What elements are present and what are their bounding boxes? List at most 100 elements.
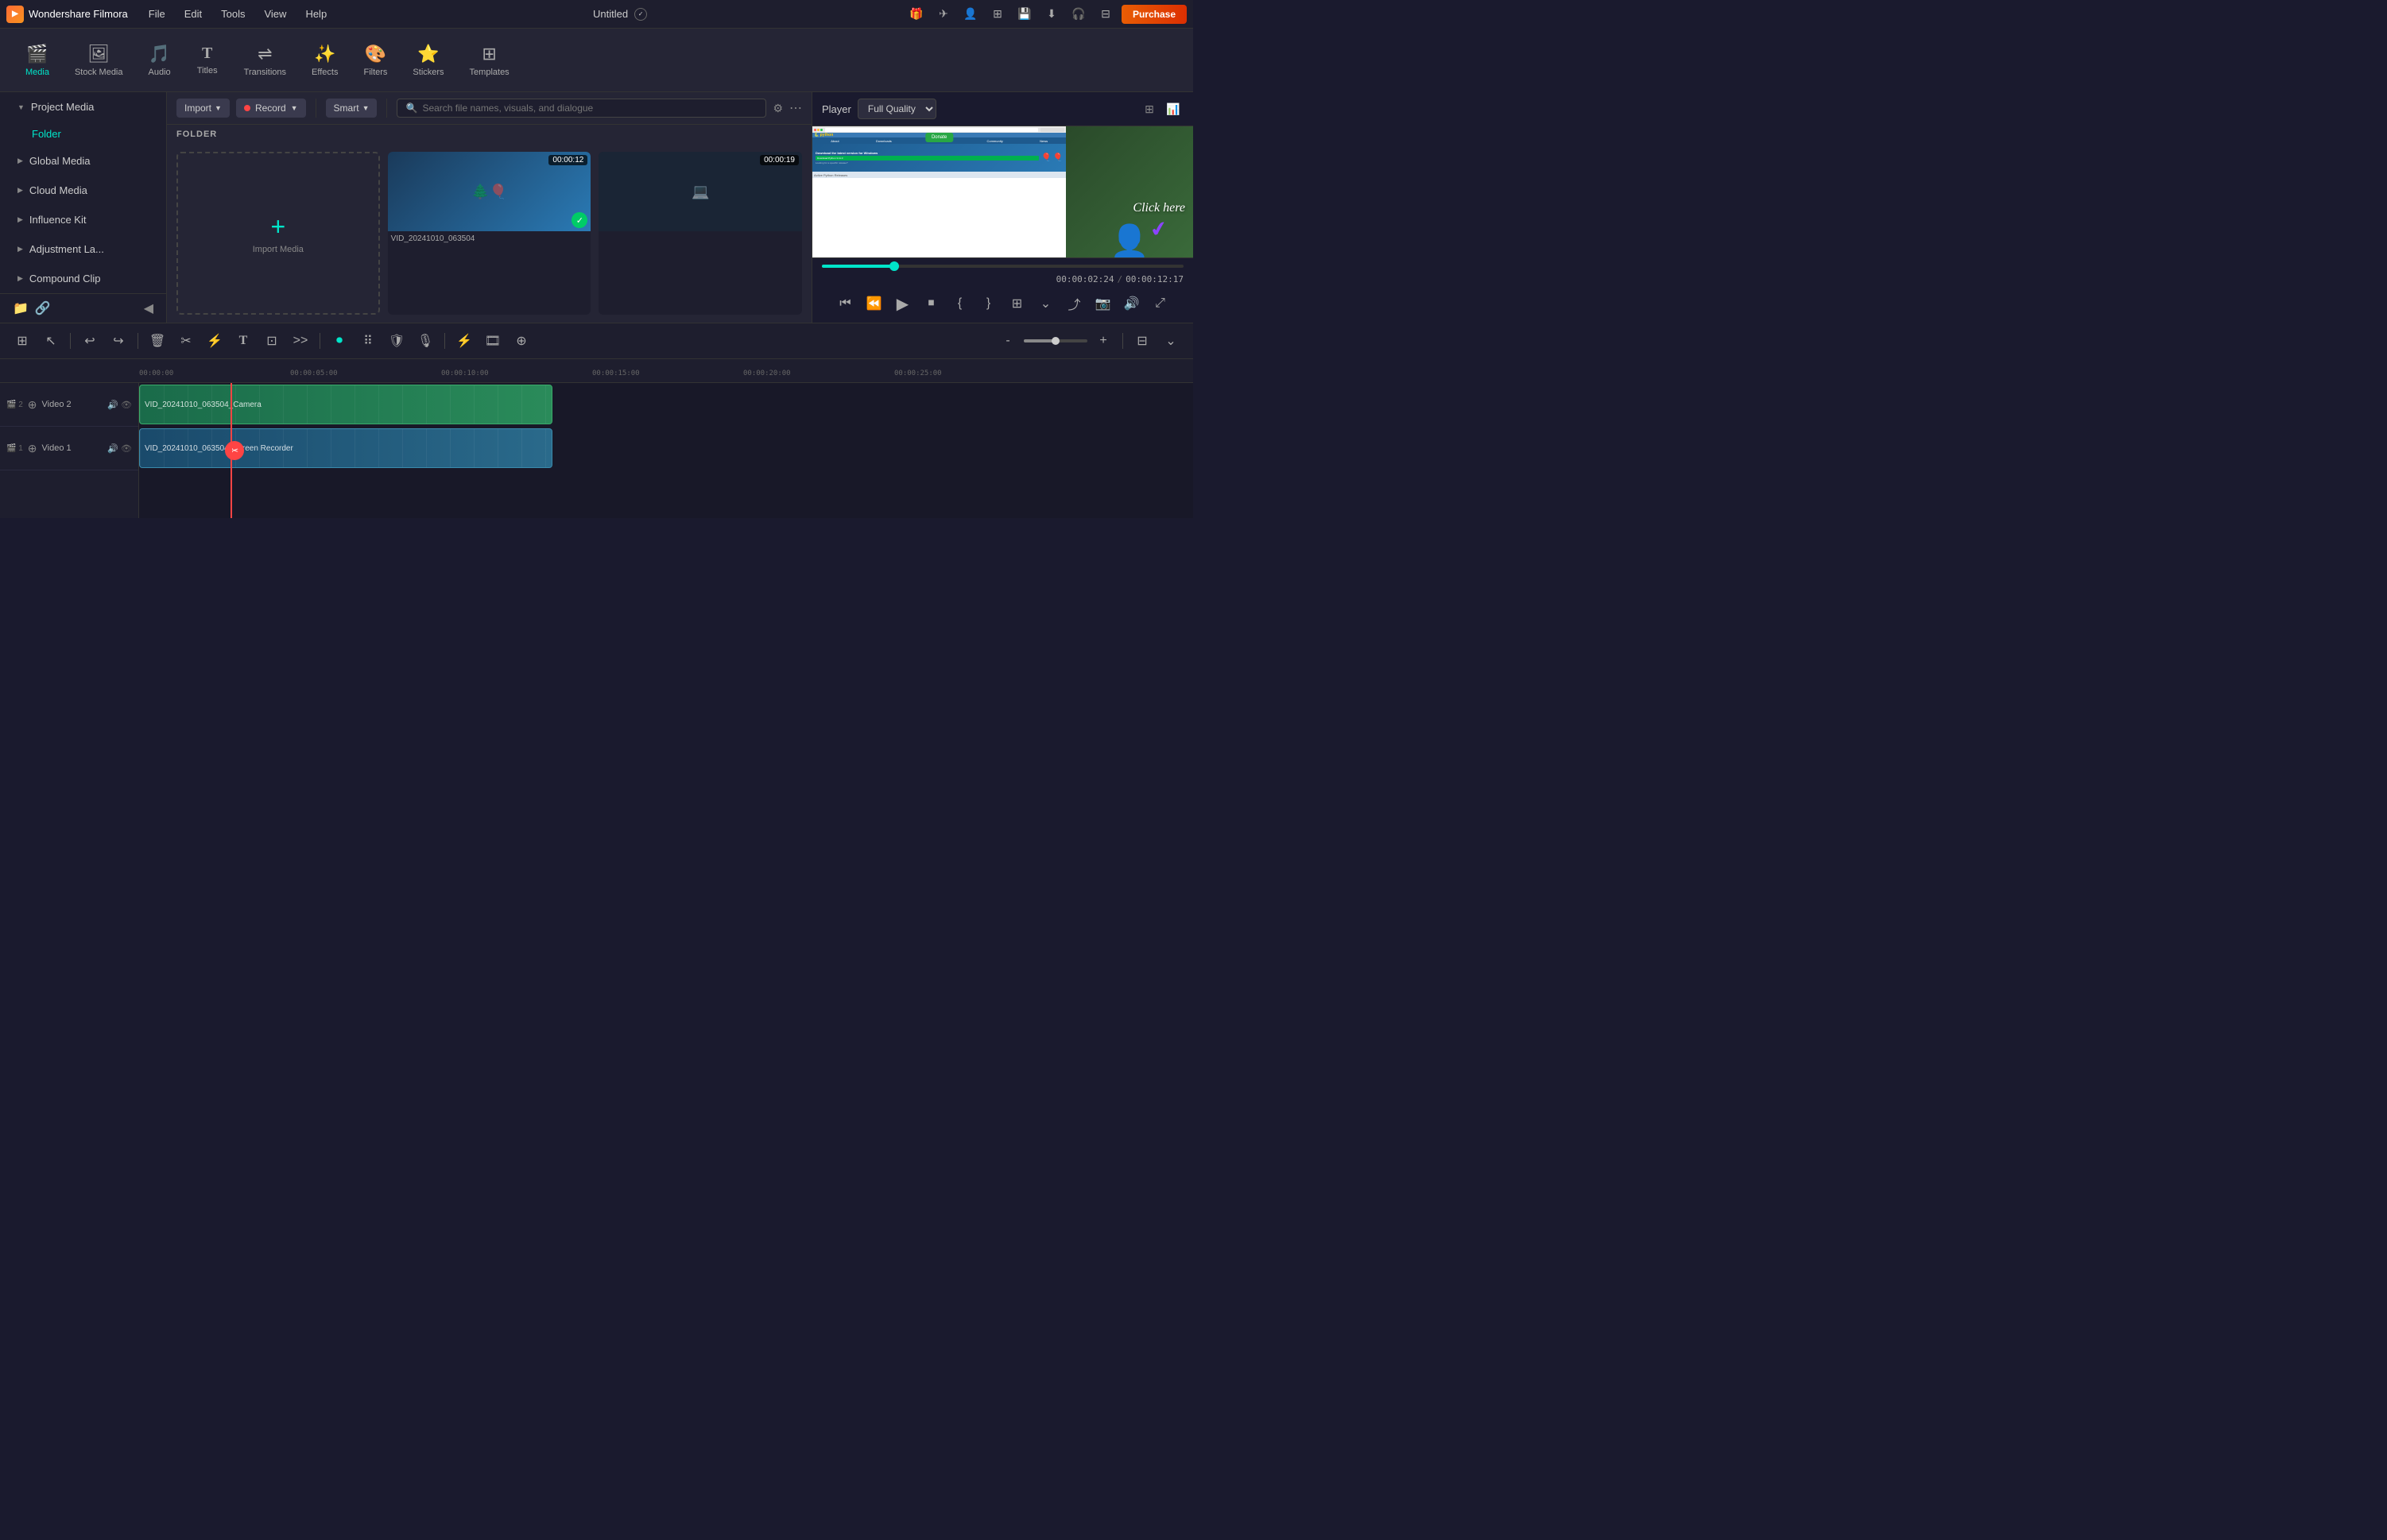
audio-track-icon[interactable]: 🔊 <box>107 400 118 410</box>
zoom-handle[interactable] <box>1052 337 1060 345</box>
menu-help[interactable]: Help <box>297 5 335 23</box>
headphone-icon[interactable]: 🎧 <box>1068 3 1090 25</box>
shield-button[interactable]: 🛡 <box>384 328 409 354</box>
download-icon[interactable]: ⬇ <box>1040 3 1063 25</box>
current-time: 00:00:02:24 <box>1056 274 1114 284</box>
filter-icon[interactable]: ⚙ <box>773 102 783 115</box>
split-button[interactable]: ⚡ <box>202 328 227 354</box>
toolbar-titles[interactable]: T Titles <box>184 38 231 82</box>
media-item-vid2[interactable]: 💻 00:00:19 <box>599 152 802 315</box>
nav-about: About <box>830 139 839 143</box>
ai-tools-button[interactable]: ⚡ <box>451 328 477 354</box>
purchase-button[interactable]: Purchase <box>1122 5 1187 24</box>
sidebar-item-project-media[interactable]: ▼ Project Media <box>5 93 161 121</box>
text-tool-button[interactable]: T <box>231 328 256 354</box>
frame-back-button[interactable]: ⏪ <box>862 291 887 316</box>
sidebar-item-influence-kit[interactable]: ▶ Influence Kit <box>5 206 161 234</box>
search-input[interactable] <box>422 103 758 114</box>
eye-icon-2[interactable]: 👁 <box>121 443 132 454</box>
toolbar-stickers[interactable]: ⭐ Stickers <box>400 37 456 83</box>
import-media-tile[interactable]: + Import Media <box>176 152 380 315</box>
undo-button[interactable]: ↩ <box>77 328 103 354</box>
multicam-button[interactable]: ⊕ <box>509 328 534 354</box>
redo-button[interactable]: ↪ <box>106 328 131 354</box>
cut-button[interactable]: ✂ <box>173 328 199 354</box>
menu-view[interactable]: View <box>256 5 294 23</box>
sidebar-item-adjustment[interactable]: ▶ Adjustment La... <box>5 235 161 263</box>
media-item-vid1[interactable]: 🌲🎈 00:00:12 ✓ VID_20241010_063504 <box>388 152 591 315</box>
menu-file[interactable]: File <box>141 5 173 23</box>
ruler-mark-1: 00:00:05:00 <box>290 370 338 377</box>
toolbar-filters[interactable]: 🎨 Filters <box>351 37 400 83</box>
zoom-out-button[interactable]: - <box>995 328 1021 354</box>
more-tools-button[interactable]: >> <box>288 328 313 354</box>
toolbar-stock-media[interactable]: 🖼 Stock Media <box>62 37 136 83</box>
gift-icon[interactable]: 🎁 <box>905 3 928 25</box>
add-folder-icon[interactable]: 📁 <box>13 300 29 316</box>
delete-button[interactable]: 🗑 <box>145 328 170 354</box>
browser-toolbar <box>812 126 1066 133</box>
toolbar-media[interactable]: 🎬 Media <box>13 37 62 83</box>
snapshot-button[interactable]: 📷 <box>1091 291 1116 316</box>
sidebar-folder[interactable]: Folder <box>19 122 166 146</box>
player-panel: Player Full Quality ⊞ 📊 <box>812 92 1193 323</box>
save-icon[interactable]: 💾 <box>1013 3 1036 25</box>
crop-button[interactable]: ⊡ <box>259 328 285 354</box>
layout-icon[interactable]: ⊞ <box>986 3 1009 25</box>
progress-handle[interactable] <box>889 261 899 271</box>
audio-record-button[interactable]: ⏺ <box>327 328 352 354</box>
stop-button[interactable]: ⏹ <box>919 291 944 316</box>
smart-label: Smart <box>334 103 359 114</box>
zoom-in-button[interactable]: + <box>1091 328 1116 354</box>
browser-url-bar <box>825 128 1038 132</box>
folder-link-icon[interactable]: 🔗 <box>35 300 51 316</box>
chart-icon[interactable]: 📊 <box>1163 99 1184 119</box>
toolbar-separator-4 <box>444 333 445 349</box>
player-header: Player Full Quality ⊞ 📊 <box>812 92 1193 126</box>
account-icon[interactable]: 👤 <box>959 3 982 25</box>
sidebar-item-cloud-media[interactable]: ▶ Cloud Media <box>5 176 161 204</box>
menu-edit[interactable]: Edit <box>176 5 210 23</box>
collapse-sidebar-icon[interactable]: ◀ <box>144 300 153 316</box>
titles-icon: T <box>202 44 212 63</box>
grid-view-icon[interactable]: ⊞ <box>1139 99 1160 119</box>
quality-select[interactable]: Full Quality <box>858 99 936 119</box>
audio-track-icon-2[interactable]: 🔊 <box>107 443 118 454</box>
add-to-timeline-button[interactable]: ⊞ <box>1005 291 1030 316</box>
grid-layout-button[interactable]: ⊟ <box>1130 328 1155 354</box>
play-button[interactable]: ▶ <box>890 291 916 316</box>
record-button[interactable]: Record ▼ <box>236 99 306 118</box>
fullscreen-button[interactable]: ⤢ <box>1148 291 1173 316</box>
sidebar-item-global-media[interactable]: ▶ Global Media <box>5 147 161 175</box>
multi-select-button[interactable]: ⊞ <box>10 328 35 354</box>
toolbar-audio[interactable]: 🎵 Audio <box>136 37 184 83</box>
browser-minimize-dot <box>817 129 820 131</box>
export-frame-button[interactable]: ⤴ <box>1062 291 1087 316</box>
clip-video1[interactable]: VID_20241010_063504_Screen Recorder <box>139 428 552 468</box>
sidebar-item-compound-clip[interactable]: ▶ Compound Clip <box>5 265 161 292</box>
scene-detect-button[interactable]: 🎞 <box>480 328 506 354</box>
smart-button[interactable]: Smart ▼ <box>326 99 378 118</box>
particles-button[interactable]: ⠿ <box>355 328 381 354</box>
toolbar-templates[interactable]: ⊞ Templates <box>457 37 522 83</box>
progress-bar[interactable] <box>822 265 1184 268</box>
volume-button[interactable]: 🔊 <box>1119 291 1145 316</box>
chevron-down-btn[interactable]: ⌄ <box>1033 291 1059 316</box>
import-button[interactable]: Import ▼ <box>176 99 230 118</box>
donate-button[interactable]: Donate <box>925 133 953 142</box>
mark-in-button[interactable]: { <box>947 291 973 316</box>
step-back-button[interactable]: ⏮ <box>833 291 858 316</box>
mark-out-button[interactable]: } <box>976 291 1002 316</box>
more-options-icon[interactable]: ⋯ <box>789 100 802 116</box>
clip-video2[interactable]: VID_20241010_063504_Camera <box>139 385 552 424</box>
toolbar-effects[interactable]: ✨ Effects <box>299 37 351 83</box>
multi-layout-icon[interactable]: ⊟ <box>1095 3 1117 25</box>
settings-button[interactable]: ⌄ <box>1158 328 1184 354</box>
menu-tools[interactable]: Tools <box>213 5 253 23</box>
nav-news: News <box>1039 139 1048 143</box>
eye-icon[interactable]: 👁 <box>121 400 132 410</box>
toolbar-transitions[interactable]: ⇌ Transitions <box>231 37 299 83</box>
mic-button[interactable]: 🎙 <box>413 328 438 354</box>
share-icon[interactable]: ✈ <box>932 3 955 25</box>
select-tool-button[interactable]: ↖ <box>38 328 64 354</box>
